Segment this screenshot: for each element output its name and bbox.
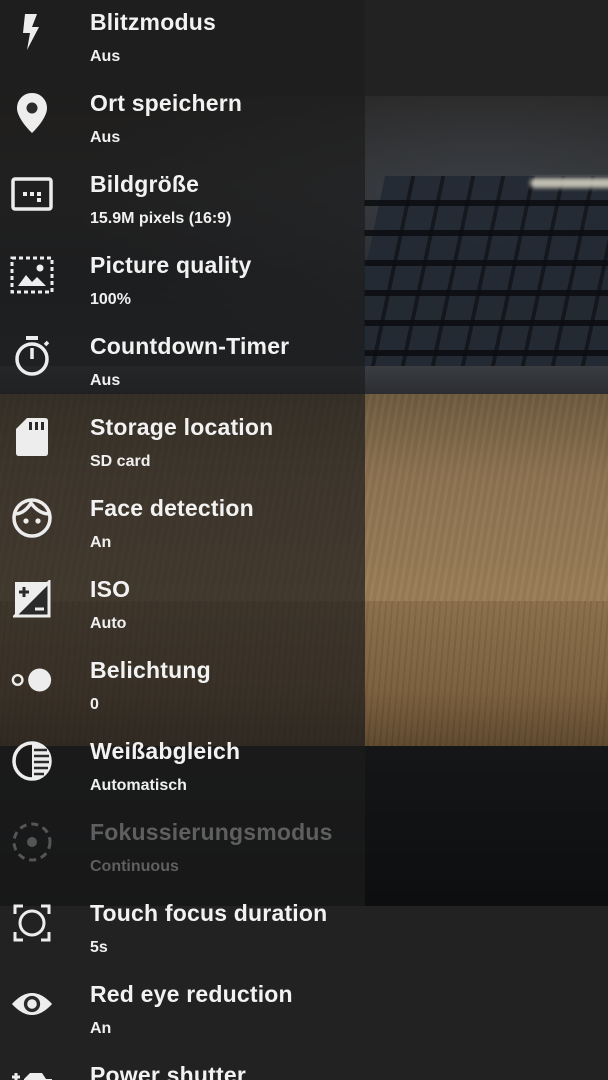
setting-title: Bildgröße [90, 171, 200, 197]
setting-title: Touch focus duration [90, 900, 328, 926]
setting-value: Aus [90, 48, 121, 65]
setting-title: Ort speichern [90, 90, 243, 116]
sd-card-icon [10, 415, 54, 459]
setting-exposure[interactable]: Belichtung 0 [0, 648, 608, 729]
setting-title: Fokussierungsmodus [90, 819, 333, 845]
setting-title: ISO [90, 576, 131, 602]
setting-title: Weißabgleich [90, 738, 241, 764]
iso-icon [10, 577, 54, 621]
white-balance-icon [10, 739, 54, 783]
setting-iso[interactable]: ISO Auto [0, 567, 608, 648]
setting-title: Picture quality [90, 252, 252, 278]
face-icon [10, 496, 54, 540]
focus-mode-icon [10, 820, 54, 864]
image-size-icon [10, 172, 54, 216]
eye-icon [10, 982, 54, 1026]
setting-value: Auto [90, 615, 127, 632]
setting-face-detection[interactable]: Face detection An [0, 486, 608, 567]
flash-icon [10, 10, 54, 54]
setting-red-eye-reduction[interactable]: Red eye reduction An [0, 972, 608, 1053]
exposure-icon [10, 658, 54, 702]
timer-icon [10, 334, 54, 378]
setting-focus-mode: Fokussierungsmodus Continuous [0, 810, 608, 891]
setting-value: 5s [90, 939, 108, 956]
setting-image-size[interactable]: Bildgröße 15.9M pixels (16:9) [0, 162, 608, 243]
setting-title: Belichtung [90, 657, 211, 683]
setting-title: Storage location [90, 414, 274, 440]
setting-flash-mode[interactable]: Blitzmodus Aus [0, 0, 608, 81]
setting-title: Blitzmodus [90, 9, 216, 35]
settings-list: Blitzmodus Aus Ort speichern Aus Bildgrö… [0, 0, 608, 1080]
setting-power-shutter[interactable]: Power shutter [0, 1053, 608, 1080]
setting-value: An [90, 534, 112, 551]
setting-value: Aus [90, 129, 121, 146]
picture-quality-icon [10, 253, 54, 297]
setting-title: Red eye reduction [90, 981, 293, 1007]
setting-store-location[interactable]: Ort speichern Aus [0, 81, 608, 162]
setting-touch-focus-duration[interactable]: Touch focus duration 5s [0, 891, 608, 972]
setting-title: Power shutter [90, 1062, 246, 1080]
setting-value: 100% [90, 291, 131, 308]
setting-white-balance[interactable]: Weißabgleich Automatisch [0, 729, 608, 810]
setting-title: Face detection [90, 495, 254, 521]
camera-settings-screen: Blitzmodus Aus Ort speichern Aus Bildgrö… [0, 0, 608, 1080]
location-pin-icon [10, 91, 54, 135]
setting-storage-location[interactable]: Storage location SD card [0, 405, 608, 486]
setting-value: An [90, 1020, 112, 1037]
setting-countdown-timer[interactable]: Countdown-Timer Aus [0, 324, 608, 405]
setting-title: Countdown-Timer [90, 333, 290, 359]
setting-value: SD card [90, 453, 151, 470]
power-shutter-icon [10, 1063, 54, 1080]
setting-picture-quality[interactable]: Picture quality 100% [0, 243, 608, 324]
setting-value: Continuous [90, 858, 179, 875]
setting-value: 0 [90, 696, 99, 713]
setting-value: Aus [90, 372, 121, 389]
setting-value: Automatisch [90, 777, 187, 794]
setting-value: 15.9M pixels (16:9) [90, 210, 232, 227]
touch-focus-icon [10, 901, 54, 945]
